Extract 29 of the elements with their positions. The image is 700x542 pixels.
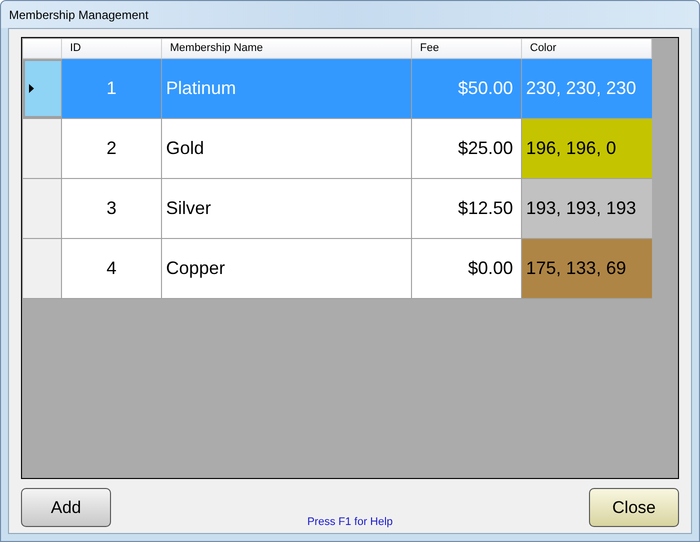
color-swatch-cell: 193, 193, 193: [522, 179, 652, 238]
column-header[interactable]: Color: [522, 39, 652, 58]
table-cell-text: $0.00: [468, 257, 513, 280]
table-cell-text: 3: [106, 197, 116, 220]
table-cell-text: 1: [106, 77, 116, 100]
table-cell-text: $12.50: [458, 197, 513, 220]
table-cell-text: Copper: [166, 257, 226, 280]
table-cell-text: $50.00: [458, 77, 513, 100]
column-header[interactable]: Membership Name: [162, 39, 412, 58]
row-header[interactable]: [23, 119, 62, 178]
close-button[interactable]: Close: [589, 488, 679, 527]
color-swatch-cell: 230, 230, 230: [522, 59, 652, 118]
table-cell-text: 4: [106, 257, 116, 280]
column-header[interactable]: Fee: [412, 39, 522, 58]
table-cell-text: $25.00: [458, 137, 513, 160]
table-cell-text: Silver: [166, 197, 212, 220]
color-swatch-cell: 175, 133, 69: [522, 239, 652, 298]
table-cell-text: Platinum: [166, 77, 236, 100]
row-pointer-icon: [29, 84, 34, 93]
row-header[interactable]: [23, 179, 62, 238]
help-hint: Press F1 for Help: [307, 515, 393, 530]
color-swatch-cell: 196, 196, 0: [522, 119, 652, 178]
column-header[interactable]: ID: [62, 39, 162, 58]
table-cell-text: 2: [106, 137, 116, 160]
row-header[interactable]: [23, 59, 62, 118]
table-cell-text: Gold: [166, 137, 204, 160]
row-header[interactable]: [23, 239, 62, 298]
window-title: Membership Management: [9, 6, 148, 24]
add-button[interactable]: Add: [21, 488, 111, 527]
